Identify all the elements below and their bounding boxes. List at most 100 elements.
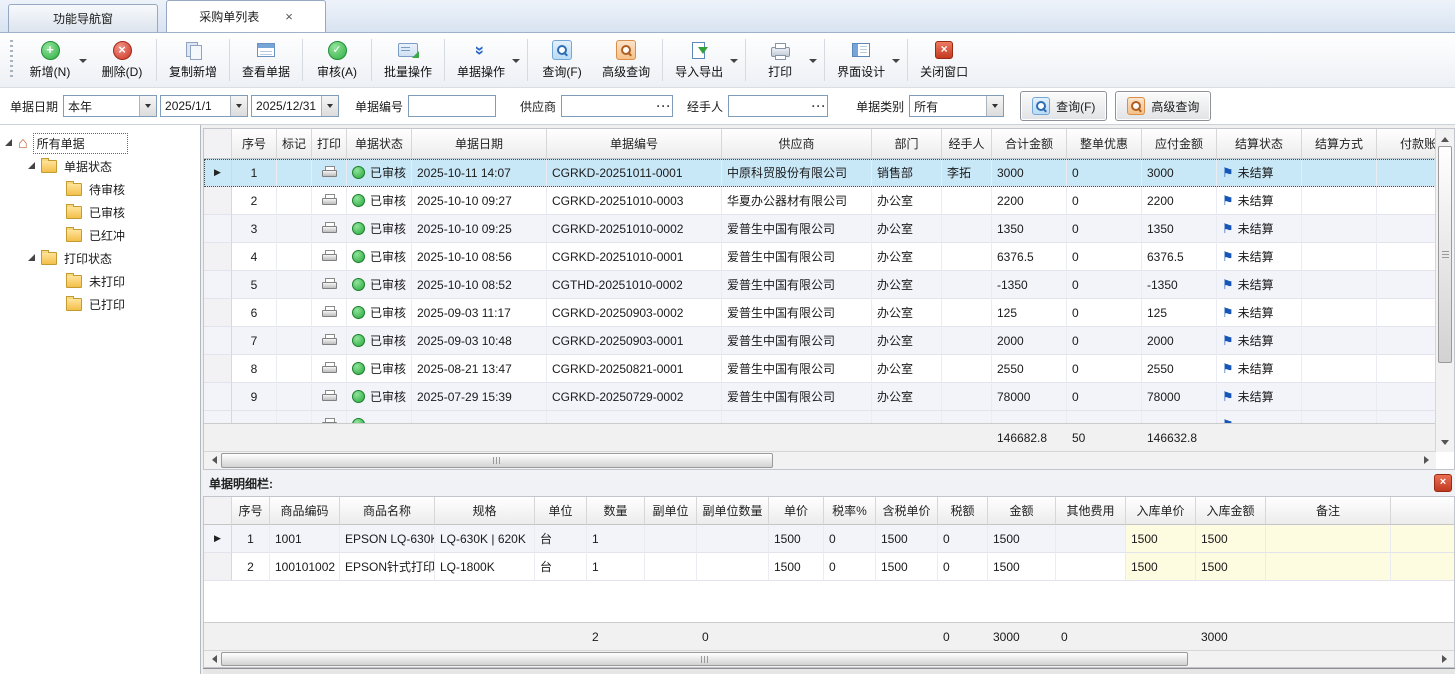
column-header[interactable]: 备注 bbox=[1266, 497, 1391, 525]
horizontal-scrollbar[interactable] bbox=[204, 451, 1436, 469]
chevron-down-icon[interactable] bbox=[139, 96, 156, 116]
order-row[interactable]: 6已审核2025-09-03 11:17CGRKD-20250903-0002爱… bbox=[204, 299, 1436, 327]
print-button[interactable]: 打印 bbox=[749, 37, 811, 83]
tab-purchase-order-list[interactable]: 采购单列表 × bbox=[166, 0, 326, 32]
scroll-right-icon[interactable] bbox=[1420, 452, 1436, 468]
column-header[interactable]: 规格 bbox=[435, 497, 535, 525]
order-row[interactable]: ▶1已审核2025-10-11 14:07CGRKD-20251011-0001… bbox=[204, 159, 1436, 187]
order-row[interactable]: 4已审核2025-10-10 08:56CGRKD-20251010-0001爱… bbox=[204, 243, 1436, 271]
column-header[interactable]: 副单位 bbox=[645, 497, 697, 525]
supplier-lookup-ellipsis-icon[interactable]: ··· bbox=[656, 96, 672, 116]
order-row-partial[interactable]: ⚑ bbox=[204, 411, 1436, 423]
order-row[interactable]: 7已审核2025-09-03 10:48CGRKD-20250903-0001爱… bbox=[204, 327, 1436, 355]
copy-new-button[interactable]: 复制新增 bbox=[160, 37, 226, 83]
tab-close-icon[interactable]: × bbox=[285, 10, 293, 23]
column-header[interactable]: 其他费用 bbox=[1056, 497, 1126, 525]
vertical-scrollbar[interactable] bbox=[1435, 129, 1454, 452]
ui-design-dropdown-caret-icon[interactable] bbox=[892, 59, 900, 67]
column-header[interactable]: 打印 bbox=[312, 129, 347, 159]
view-doc-button[interactable]: 查看单据 bbox=[233, 37, 299, 83]
detail-panel-close-icon[interactable]: × bbox=[1434, 474, 1452, 492]
vertical-scroll-thumb[interactable] bbox=[1438, 146, 1452, 363]
column-header[interactable]: 税率% bbox=[824, 497, 876, 525]
column-header[interactable]: 合计金额 bbox=[992, 129, 1067, 159]
scroll-down-icon[interactable] bbox=[1436, 436, 1453, 452]
column-header[interactable]: 税额 bbox=[938, 497, 988, 525]
order-row[interactable]: 5已审核2025-10-10 08:52CGTHD-20251010-0002爱… bbox=[204, 271, 1436, 299]
column-header[interactable]: 付款账户 bbox=[1377, 129, 1436, 159]
doc-ops-dropdown-caret-icon[interactable] bbox=[512, 59, 520, 67]
query-filter-button[interactable]: 查询(F) bbox=[1020, 91, 1107, 121]
tree-expand-icon[interactable] bbox=[28, 162, 35, 169]
tree-item-printed[interactable]: 已打印 bbox=[0, 293, 200, 316]
column-header[interactable]: 结算状态 bbox=[1217, 129, 1302, 159]
tab-function-nav[interactable]: 功能导航窗 bbox=[8, 4, 158, 32]
import-export-button[interactable]: 导入导出 bbox=[666, 37, 732, 83]
tree-expand-icon[interactable] bbox=[5, 139, 12, 146]
doc-type-select[interactable]: 所有 bbox=[909, 95, 1004, 117]
date-from-select[interactable]: 2025/1/1 bbox=[160, 95, 248, 117]
horizontal-scroll-thumb[interactable] bbox=[221, 453, 773, 468]
column-header[interactable]: 入库单价 bbox=[1126, 497, 1196, 525]
advanced-query-filter-button[interactable]: 高级查询 bbox=[1115, 91, 1211, 121]
handler-input[interactable] bbox=[729, 97, 811, 115]
delete-button[interactable]: × 删除(D) bbox=[91, 37, 153, 83]
detail-row[interactable]: 2100101002EPSON针式打印LQ-1800K台115000150001… bbox=[204, 553, 1454, 581]
scroll-left-icon[interactable] bbox=[204, 651, 220, 666]
tree-item-all-orders[interactable]: ⌂ 所有单据 bbox=[0, 132, 200, 155]
tree-item-print-status[interactable]: 打印状态 bbox=[0, 247, 200, 270]
column-header[interactable]: 单据日期 bbox=[412, 129, 547, 159]
column-header[interactable]: 标记 bbox=[277, 129, 312, 159]
ui-design-button[interactable]: 界面设计 bbox=[828, 37, 894, 83]
close-window-button[interactable]: × 关闭窗口 bbox=[911, 37, 977, 83]
doc-ops-button[interactable]: » 单据操作 bbox=[448, 37, 514, 83]
column-header[interactable]: 部门 bbox=[872, 129, 942, 159]
scroll-right-icon[interactable] bbox=[1438, 651, 1454, 666]
column-header[interactable]: 金额 bbox=[988, 497, 1056, 525]
detail-horizontal-scrollbar[interactable] bbox=[204, 650, 1454, 667]
column-header[interactable]: 经手人 bbox=[942, 129, 992, 159]
column-header[interactable]: 数量 bbox=[587, 497, 645, 525]
tree-expand-icon[interactable] bbox=[28, 254, 35, 261]
order-row[interactable]: 8已审核2025-08-21 13:47CGRKD-20250821-0001爱… bbox=[204, 355, 1436, 383]
tree-item-reversed[interactable]: 已红冲 bbox=[0, 224, 200, 247]
column-header[interactable]: 应付金额 bbox=[1142, 129, 1217, 159]
column-header[interactable]: 含税单价 bbox=[876, 497, 938, 525]
horizontal-scroll-thumb[interactable] bbox=[221, 652, 1188, 666]
chevron-down-icon[interactable] bbox=[986, 96, 1003, 116]
chevron-down-icon[interactable] bbox=[321, 96, 338, 116]
column-header[interactable]: 整单优惠 bbox=[1067, 129, 1142, 159]
order-row[interactable]: 3已审核2025-10-10 09:25CGRKD-20251010-0002爱… bbox=[204, 215, 1436, 243]
audit-button[interactable]: ✓ 审核(A) bbox=[306, 37, 368, 83]
tree-item-doc-status[interactable]: 单据状态 bbox=[0, 155, 200, 178]
column-header[interactable]: 序号 bbox=[232, 497, 270, 525]
import-export-dropdown-caret-icon[interactable] bbox=[730, 59, 738, 67]
date-to-select[interactable]: 2025/12/31 bbox=[251, 95, 339, 117]
add-button[interactable]: + 新增(N) bbox=[19, 37, 81, 83]
column-header[interactable]: 商品编码 bbox=[270, 497, 340, 525]
column-header[interactable]: 单价 bbox=[769, 497, 824, 525]
add-dropdown-caret-icon[interactable] bbox=[79, 59, 87, 67]
column-header[interactable]: 副单位数量 bbox=[697, 497, 769, 525]
scroll-up-icon[interactable] bbox=[1436, 129, 1453, 145]
column-header[interactable]: 序号 bbox=[232, 129, 277, 159]
column-header[interactable]: 供应商 bbox=[722, 129, 872, 159]
print-dropdown-caret-icon[interactable] bbox=[809, 59, 817, 67]
toolbar-grip[interactable] bbox=[10, 40, 13, 80]
column-header[interactable]: 商品名称 bbox=[340, 497, 435, 525]
doc-no-input[interactable] bbox=[409, 97, 495, 115]
query-button[interactable]: 查询(F) bbox=[531, 37, 593, 83]
chevron-down-icon[interactable] bbox=[230, 96, 247, 116]
detail-row[interactable]: ▶11001EPSON LQ-630KLQ-630K | 620K台115000… bbox=[204, 525, 1454, 553]
tree-item-audited[interactable]: 已审核 bbox=[0, 201, 200, 224]
tree-item-not-printed[interactable]: 未打印 bbox=[0, 270, 200, 293]
handler-lookup-ellipsis-icon[interactable]: ··· bbox=[811, 96, 827, 116]
column-header[interactable]: 单据状态 bbox=[347, 129, 412, 159]
date-preset-select[interactable]: 本年 bbox=[63, 95, 157, 117]
supplier-input[interactable] bbox=[562, 97, 656, 115]
advanced-query-button[interactable]: 高级查询 bbox=[593, 37, 659, 83]
tree-item-pending-audit[interactable]: 待审核 bbox=[0, 178, 200, 201]
batch-ops-button[interactable]: 批量操作 bbox=[375, 37, 441, 83]
column-header[interactable]: 单位 bbox=[535, 497, 587, 525]
column-header[interactable]: 结算方式 bbox=[1302, 129, 1377, 159]
